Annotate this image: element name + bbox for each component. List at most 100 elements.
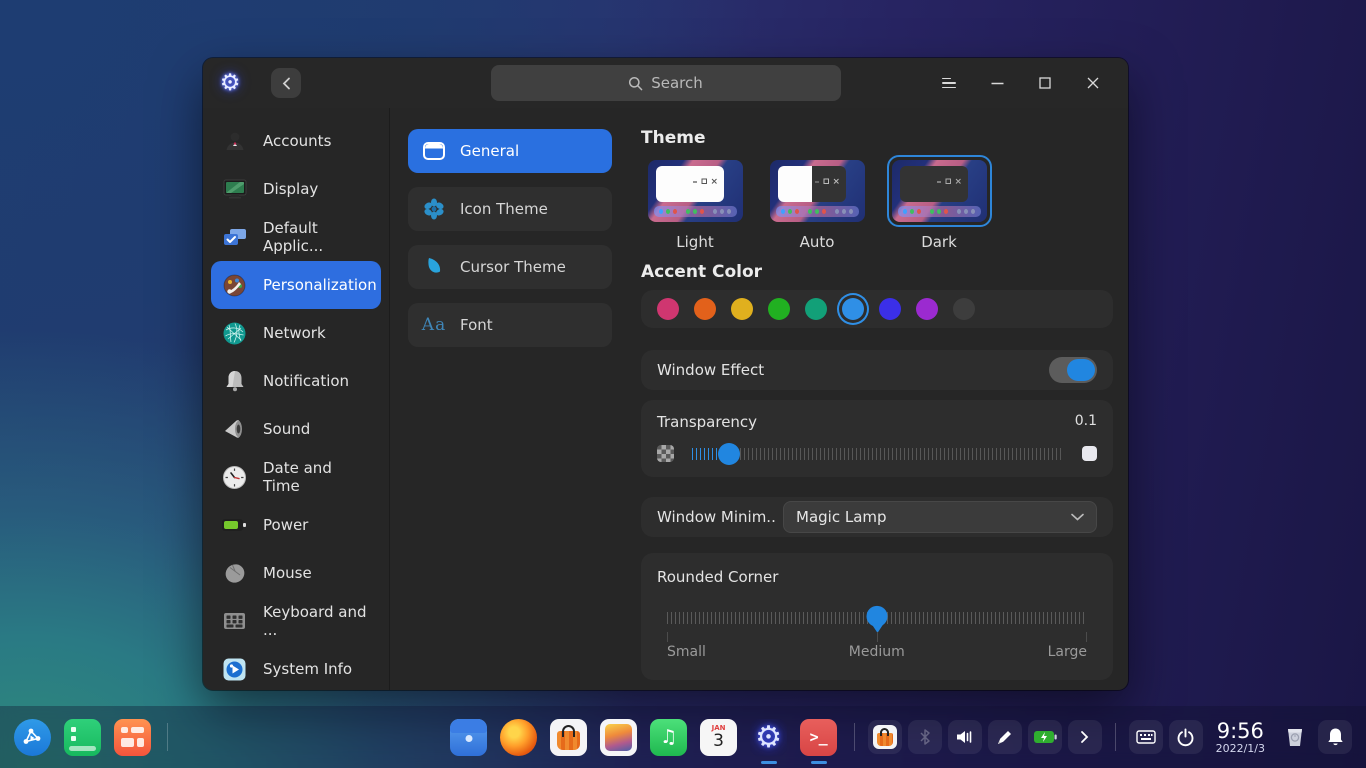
flower-icon — [422, 197, 446, 221]
sidebar-item-label: Network — [263, 324, 326, 342]
sidebar-item-keyboard[interactable]: Keyboard and ... — [211, 597, 381, 645]
minimize-button[interactable] — [984, 70, 1010, 96]
sidebar-item-sound[interactable]: Sound — [211, 405, 381, 453]
theme-option-label: Auto — [799, 233, 835, 251]
tray-volume[interactable] — [947, 720, 982, 754]
accent-color-indigo[interactable] — [879, 298, 901, 320]
sidebar-item-date-time[interactable]: Date and Time — [211, 453, 381, 501]
accent-color-gray[interactable] — [953, 298, 975, 320]
accent-color-teal[interactable] — [805, 298, 827, 320]
accent-color-orange[interactable] — [694, 298, 716, 320]
settings-app-icon: ⚙ — [219, 70, 241, 96]
sidebar-item-system-info[interactable]: System Info — [211, 645, 381, 690]
dock-photos[interactable] — [599, 717, 639, 757]
workspaces-button[interactable] — [62, 717, 102, 757]
dock-terminal[interactable]: >_ — [799, 717, 839, 764]
sidebar-item-accounts[interactable]: Accounts — [211, 117, 381, 165]
sound-icon — [221, 416, 248, 443]
dock-file-manager[interactable] — [449, 717, 489, 757]
sidebar-item-notification[interactable]: Notification — [211, 357, 381, 405]
sidebar-item-label: Power — [263, 516, 309, 534]
rounded-corner-slider-thumb[interactable] — [866, 605, 888, 627]
theme-option-auto[interactable]: Auto — [763, 155, 871, 251]
window-effect-label: Window Effect — [657, 361, 765, 379]
tray-bluetooth[interactable] — [907, 720, 942, 754]
transparency-slider-thumb[interactable] — [718, 442, 741, 465]
sidebar-item-network[interactable]: Network — [211, 309, 381, 357]
close-button[interactable] — [1080, 70, 1106, 96]
back-button[interactable] — [271, 68, 301, 98]
sidebar-item-label: Personalization — [263, 276, 377, 294]
chevron-down-icon — [1071, 513, 1084, 521]
dock-music[interactable]: ♫ — [649, 717, 689, 757]
minimize-effect-select[interactable]: Magic Lamp — [783, 501, 1097, 533]
rounded-corner-label: Rounded Corner — [657, 568, 779, 586]
tray-color-picker[interactable] — [987, 720, 1022, 754]
sidebar-item-personalization[interactable]: Personalization — [211, 261, 381, 309]
tray-expand[interactable] — [1067, 720, 1102, 754]
transparency-slider[interactable] — [692, 442, 1064, 465]
clock-icon — [221, 464, 248, 491]
dock-settings[interactable]: ⚙ — [749, 717, 789, 764]
sidebar: Accounts Display Default Applic... Perso… — [203, 108, 390, 690]
trash-icon — [1288, 729, 1302, 746]
subnav-item-label: General — [460, 142, 520, 160]
bluetooth-icon — [920, 729, 930, 745]
theme-light-thumbnail — [647, 160, 743, 222]
file-manager-icon — [450, 718, 488, 756]
default-apps-icon — [221, 224, 248, 251]
chevron-left-icon — [282, 77, 290, 89]
theme-auto-thumbnail — [769, 160, 865, 222]
search-icon — [629, 76, 643, 90]
maximize-button[interactable] — [1032, 70, 1058, 96]
task-grid-button[interactable] — [112, 717, 152, 757]
bell-icon — [1327, 728, 1343, 746]
volume-icon — [956, 731, 971, 743]
sidebar-item-power[interactable]: Power — [211, 501, 381, 549]
trash-button[interactable] — [1278, 720, 1312, 754]
sidebar-item-display[interactable]: Display — [211, 165, 381, 213]
dock-calendar[interactable]: JAN 3 — [699, 717, 739, 757]
music-icon: ♫ — [650, 718, 688, 756]
subnav-item-icon-theme[interactable]: Icon Theme — [408, 187, 612, 231]
rounded-corner-slider[interactable] — [667, 605, 1087, 627]
titlebar: ⚙ Search — [203, 58, 1128, 108]
rounded-corner-tick-medium: Medium — [848, 644, 905, 660]
clock[interactable]: 9:56 2022/1/3 — [1216, 720, 1265, 755]
sidebar-item-label: Mouse — [263, 564, 312, 582]
launcher-button[interactable] — [12, 717, 52, 757]
notification-icon — [221, 368, 248, 395]
search-input[interactable]: Search — [490, 65, 841, 101]
launcher-icon — [13, 718, 51, 756]
close-icon — [1087, 77, 1099, 89]
dock-app-store[interactable] — [549, 717, 589, 757]
notifications-button[interactable] — [1318, 720, 1352, 754]
window-icon — [422, 139, 446, 163]
subnav-item-general[interactable]: General — [408, 129, 612, 173]
personalization-icon — [221, 272, 248, 299]
window-effect-row: Window Effect — [641, 350, 1113, 390]
photos-icon — [600, 718, 638, 756]
accent-color-purple[interactable] — [916, 298, 938, 320]
power-button[interactable] — [1168, 720, 1203, 754]
tray-app-store[interactable] — [867, 720, 902, 754]
subnav-item-label: Icon Theme — [460, 200, 548, 218]
subnav-item-cursor-theme[interactable]: Cursor Theme — [408, 245, 612, 289]
dock-firefox[interactable] — [499, 717, 539, 757]
menu-button[interactable] — [936, 70, 962, 96]
accent-color-yellow[interactable] — [731, 298, 753, 320]
accent-color-pink[interactable] — [657, 298, 679, 320]
window-controls — [936, 70, 1128, 96]
sidebar-item-default-applications[interactable]: Default Applic... — [211, 213, 381, 261]
tray-battery[interactable] — [1027, 720, 1062, 754]
maximize-icon — [1039, 77, 1051, 89]
theme-option-dark[interactable]: Dark — [885, 155, 993, 251]
accent-color-green[interactable] — [768, 298, 790, 320]
theme-option-light[interactable]: Light — [641, 155, 749, 251]
virtual-keyboard-button[interactable] — [1128, 720, 1163, 754]
display-icon — [221, 176, 248, 203]
sidebar-item-mouse[interactable]: Mouse — [211, 549, 381, 597]
window-effect-toggle[interactable] — [1049, 357, 1097, 383]
accent-color-blue[interactable] — [842, 298, 864, 320]
subnav-item-font[interactable]: Aa Font — [408, 303, 612, 347]
